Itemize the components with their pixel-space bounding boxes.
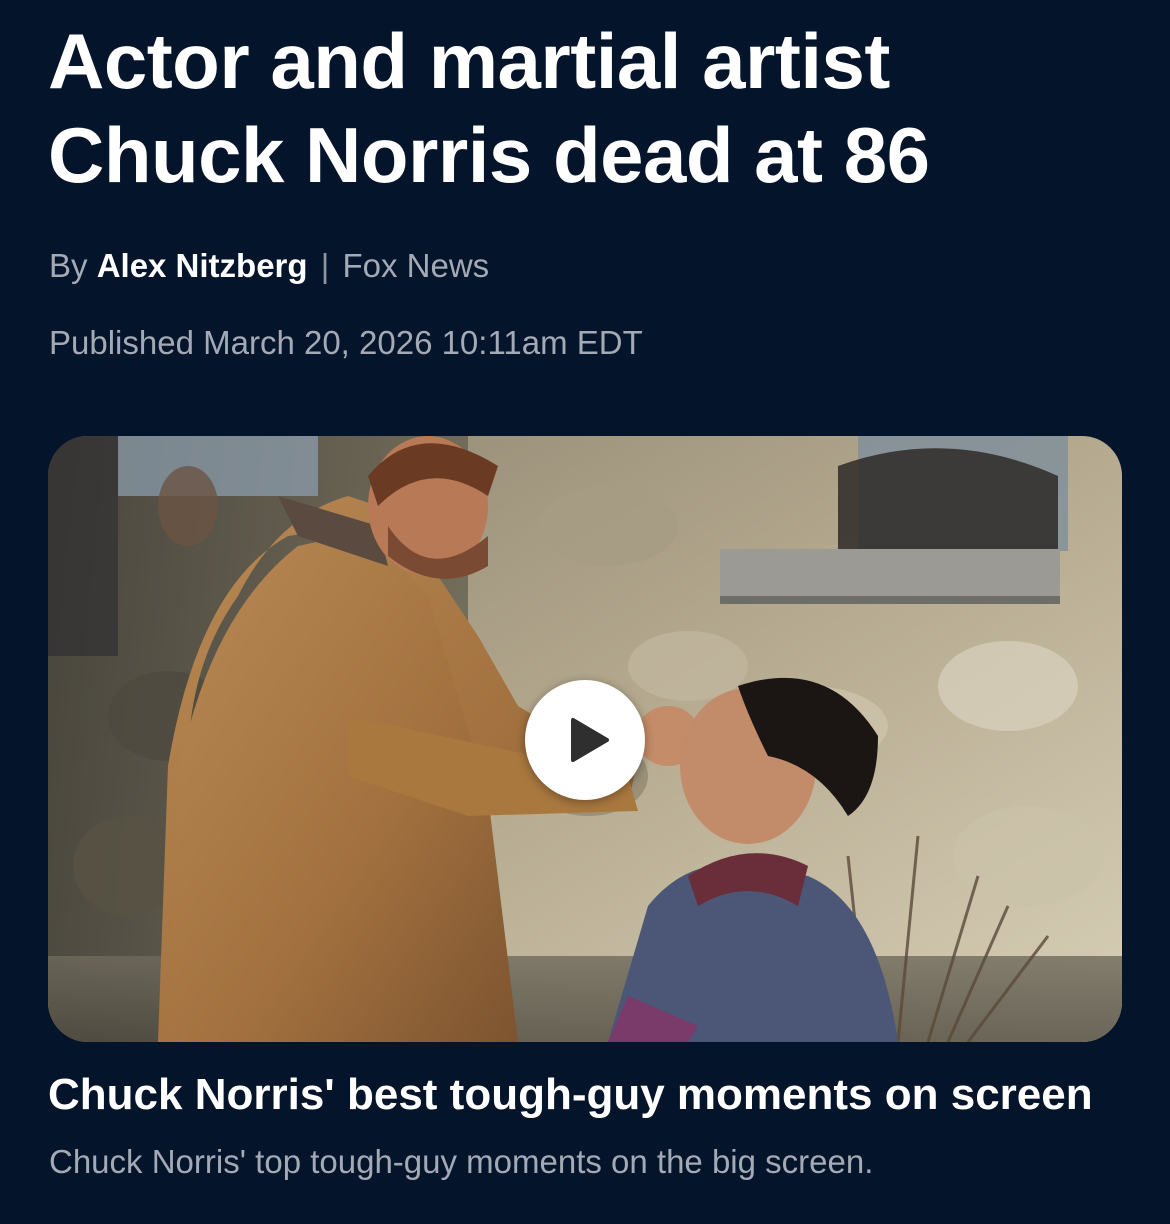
video-description: Chuck Norris' top tough-guy moments on t… (49, 1143, 874, 1180)
play-button[interactable] (525, 680, 645, 800)
published-date: Published March 20, 2026 10:11am EDT (49, 324, 643, 361)
video-title[interactable]: Chuck Norris' best tough-guy moments on … (48, 1068, 1138, 1122)
byline: By Alex Nitzberg | Fox News (49, 244, 489, 288)
article-headline: Actor and martial artist Chuck Norris de… (48, 17, 930, 199)
video-thumbnail[interactable] (48, 436, 1122, 1042)
byline-prefix: By (49, 247, 88, 284)
author-link[interactable]: Alex Nitzberg (97, 247, 308, 284)
article-page: Actor and martial artist Chuck Norris de… (0, 0, 1170, 1224)
source-name: Fox News (342, 247, 490, 284)
play-icon (571, 718, 609, 762)
byline-separator: | (320, 247, 330, 284)
